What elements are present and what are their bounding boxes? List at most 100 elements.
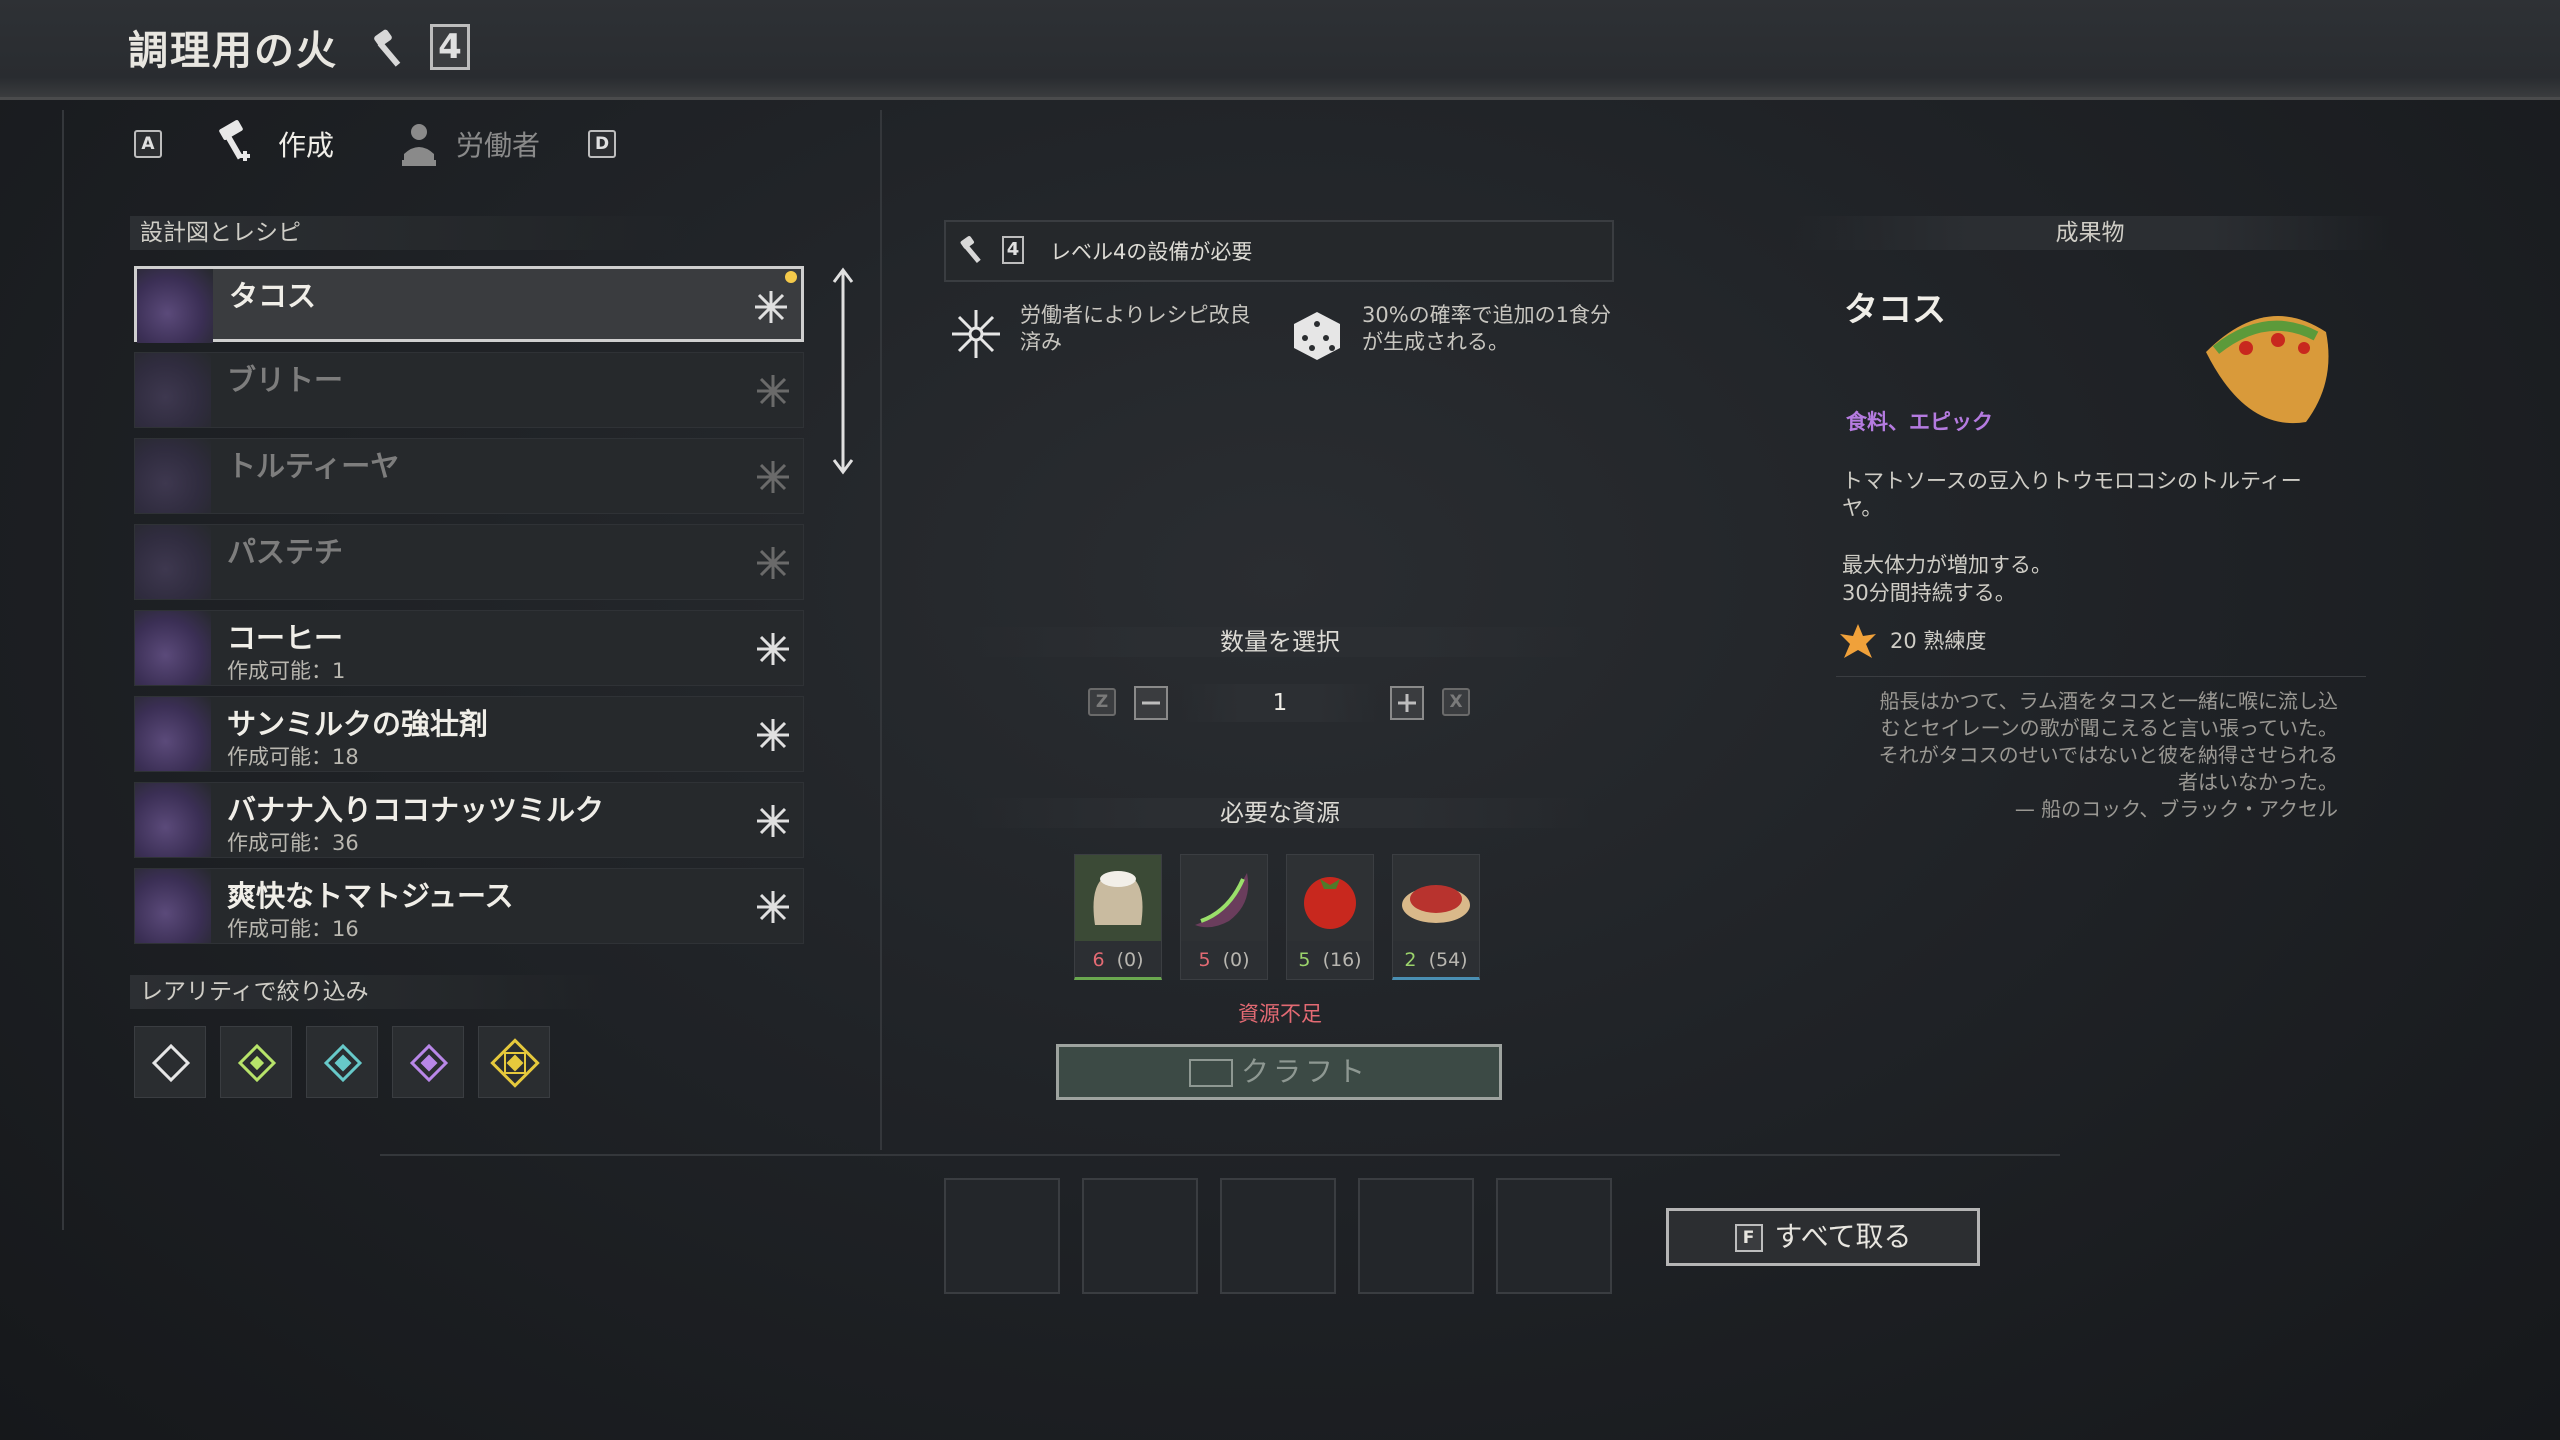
tacos-image-icon	[2186, 292, 2346, 442]
resource-count: 2 (54)	[1404, 949, 1468, 971]
bean-pod-icon	[1181, 855, 1267, 941]
station-title: 調理用の火	[128, 28, 338, 74]
tomato-icon	[1287, 855, 1373, 941]
filter-rare[interactable]	[306, 1026, 378, 1098]
output-slot[interactable]	[1358, 1178, 1474, 1294]
craftable-count: 作成可能：16	[227, 917, 359, 941]
decrease-button[interactable]	[1134, 686, 1168, 720]
take-all-button[interactable]: F すべて取る	[1666, 1208, 1980, 1266]
output-effect-1: 最大体力が増加する。	[1842, 553, 2052, 577]
recipe-item-tacos[interactable]: タコス	[134, 266, 804, 343]
recipe-name: ブリトー	[227, 363, 344, 397]
recipe-item-burrito[interactable]: ブリトー	[134, 352, 804, 428]
resource-count: 5 (16)	[1298, 949, 1362, 971]
resource-beans[interactable]: 5 (0)	[1180, 854, 1268, 980]
pastel-thumb	[135, 525, 211, 599]
output-section-title: 成果物	[1790, 216, 2390, 250]
perk-extra-portion: 30%の確率で追加の1食分が生成される。	[1362, 303, 1612, 354]
tab-left-key[interactable]: A	[134, 130, 162, 158]
recipe-name: 爽快なトマトジュース	[227, 879, 514, 913]
dice-icon	[1290, 308, 1344, 362]
tab-craft[interactable]: 作成	[278, 124, 334, 164]
mid-divider	[880, 110, 882, 1150]
craftable-count: 作成可能：36	[227, 831, 359, 855]
output-slot[interactable]	[1082, 1178, 1198, 1294]
tab-right-key[interactable]: D	[588, 130, 616, 158]
diamond-icon	[490, 1038, 540, 1088]
decrease-key[interactable]: Z	[1088, 688, 1116, 716]
recipe-item-tortilla[interactable]: トルティーヤ	[134, 438, 804, 514]
recipe-name: トルティーヤ	[227, 449, 400, 483]
quote-author: — 船のコック、ブラック・アクセル	[2014, 797, 2338, 821]
recipe-name: コーヒー	[227, 621, 344, 655]
quantity-title: 数量を選択	[970, 627, 1590, 657]
filter-epic[interactable]	[392, 1026, 464, 1098]
tortilla-thumb	[135, 439, 211, 513]
output-description: トマトソースの豆入りトウモロコシのトルティーヤ。	[1842, 469, 2302, 520]
increase-button[interactable]	[1390, 686, 1424, 720]
station-level-badge: 4	[430, 24, 470, 70]
worker-improved-icon	[757, 891, 789, 923]
craftable-count: 作成可能：18	[227, 745, 359, 769]
coconut-thumb	[135, 783, 211, 857]
tomato-juice-thumb	[135, 869, 211, 943]
take-all-label: すべて取る	[1774, 1220, 1912, 1253]
output-mastery: 20 熟練度	[1890, 629, 1987, 653]
quote-line: それがタコスのせいではないと彼を納得させられる	[1878, 743, 2338, 767]
recipe-item-tomato-juice[interactable]: 爽快なトマトジュース 作成可能：16	[134, 868, 804, 944]
quote-line: 者はいなかった。	[2178, 770, 2338, 794]
recipe-item-banana-coconut-milk[interactable]: バナナ入りココナッツミルク 作成可能：36	[134, 782, 804, 858]
worker-improved-icon	[757, 547, 789, 579]
diamond-icon	[151, 1043, 191, 1083]
diamond-icon	[323, 1043, 363, 1083]
recipe-item-pastel[interactable]: パステチ	[134, 524, 804, 600]
filter-legendary[interactable]	[478, 1026, 550, 1098]
quantity-value[interactable]: 1	[1182, 684, 1378, 722]
filter-uncommon[interactable]	[220, 1026, 292, 1098]
recipe-item-sunmilk-tonic[interactable]: サンミルクの強壮剤 作成可能：18	[134, 696, 804, 772]
left-frame-line	[62, 110, 64, 1230]
resource-count: 6 (0)	[1092, 949, 1144, 971]
meat-bowl-icon	[1393, 855, 1479, 941]
flour-sack-icon	[1075, 855, 1161, 941]
output-slot[interactable]	[1220, 1178, 1336, 1294]
resource-meat[interactable]: 2 (54)	[1392, 854, 1480, 980]
plus-icon	[1398, 694, 1416, 712]
recipe-name: タコス	[229, 279, 317, 313]
worker-improved-icon	[757, 375, 789, 407]
output-slot[interactable]	[944, 1178, 1060, 1294]
worker-improved-icon	[757, 805, 789, 837]
tab-workers[interactable]: 労働者	[456, 124, 540, 164]
level-requirement-text: レベル4の設備が必要	[1050, 240, 1253, 264]
resource-flour[interactable]: 6 (0)	[1074, 854, 1162, 980]
craft-button[interactable]: クラフト	[1056, 1044, 1502, 1100]
quote-line: むとセイレーンの歌が聞こえると言い張っていた。	[1880, 716, 2338, 740]
filter-common[interactable]	[134, 1026, 206, 1098]
keyboard-key-icon	[1188, 1059, 1233, 1087]
scroll-arrow-icon[interactable]	[830, 266, 856, 476]
level-requirement-bar: 4 レベル4の設備が必要	[944, 220, 1614, 282]
recipes-section-title: 設計図とレシピ	[130, 216, 690, 250]
bottom-divider	[380, 1154, 2060, 1156]
recipe-item-coffee[interactable]: コーヒー 作成可能：1	[134, 610, 804, 686]
increase-key[interactable]: X	[1442, 688, 1470, 716]
worker-improved-icon	[757, 633, 789, 665]
craft-hammer-icon	[214, 118, 258, 170]
tacos-thumb	[137, 269, 213, 343]
hammer-icon	[958, 234, 992, 268]
minus-icon	[1142, 701, 1160, 705]
recipe-name: サンミルクの強壮剤	[227, 707, 489, 741]
resource-tomato[interactable]: 5 (16)	[1286, 854, 1374, 980]
burrito-thumb	[135, 353, 211, 427]
worker-icon	[396, 120, 442, 170]
recipe-name: バナナ入りココナッツミルク	[227, 793, 605, 827]
level-badge: 4	[1002, 236, 1024, 264]
craft-label: クラフト	[1240, 1055, 1369, 1088]
perk-worker-improved: 労働者によりレシピ改良済み	[1020, 303, 1251, 354]
diamond-icon	[409, 1043, 449, 1083]
recipe-name: パステチ	[227, 535, 344, 569]
worker-improved-icon	[755, 291, 787, 323]
sunmilk-thumb	[135, 697, 211, 771]
output-slot[interactable]	[1496, 1178, 1612, 1294]
output-item-name: タコス	[1844, 290, 1946, 330]
